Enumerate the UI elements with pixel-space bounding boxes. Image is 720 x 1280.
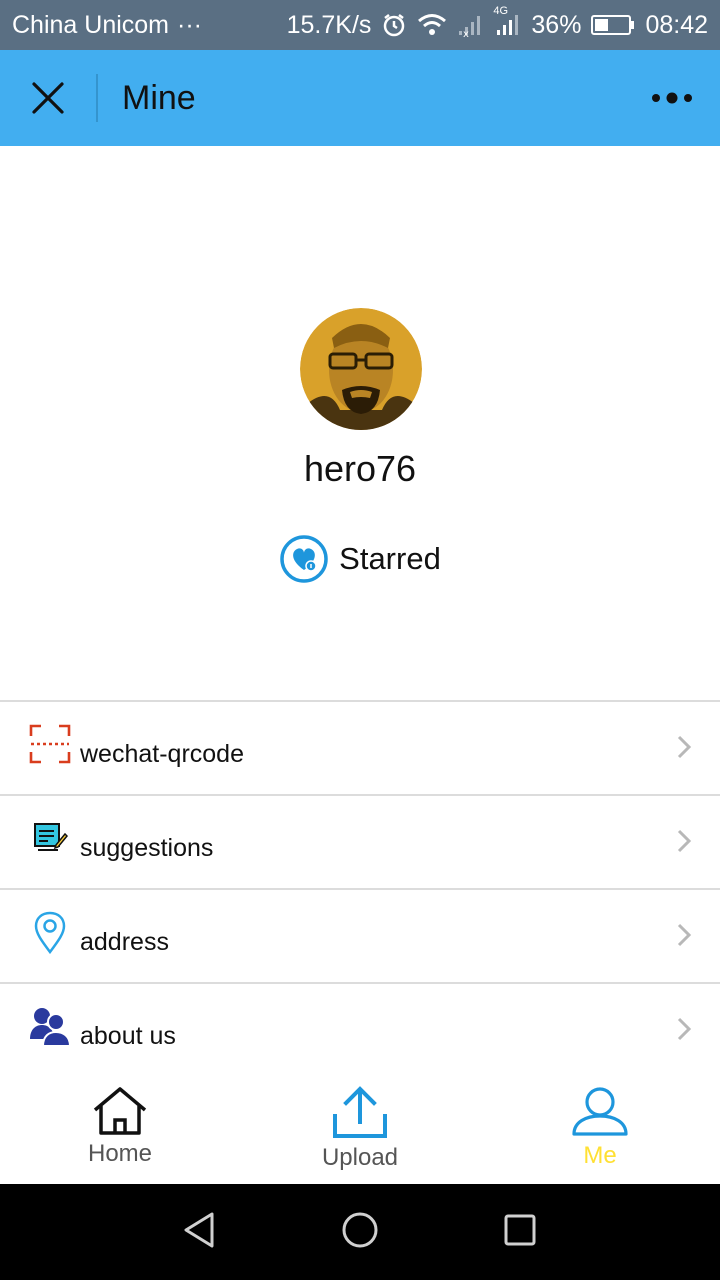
more-button[interactable] — [624, 50, 720, 146]
system-nav-bar — [0, 1184, 720, 1280]
svg-text:x: x — [463, 29, 469, 37]
battery-level: 36% — [531, 10, 582, 39]
chevron-right-icon — [676, 922, 692, 953]
chevron-right-icon — [676, 734, 692, 765]
home-icon — [93, 1087, 147, 1135]
starred-link[interactable]: Starred — [0, 534, 720, 584]
close-icon — [32, 82, 64, 114]
close-button[interactable] — [0, 50, 96, 146]
menu-item-label: suggestions — [80, 834, 214, 862]
tab-label: Home — [87, 1140, 153, 1167]
menu-item-label: wechat-qrcode — [80, 740, 244, 768]
menu-item-label: about us — [80, 1022, 176, 1050]
users-icon — [28, 1004, 72, 1048]
tab-home[interactable]: Home — [0, 1076, 240, 1184]
document-edit-icon — [28, 816, 72, 860]
signal-4g-icon: 4G — [493, 5, 521, 37]
status-bar: China Unicom ··· 15.7K/s x 4G 36% 08:42 — [0, 0, 720, 50]
location-pin-icon — [28, 910, 72, 954]
tab-label: Upload — [321, 1144, 399, 1171]
recents-icon[interactable] — [500, 1210, 540, 1255]
wifi-icon — [417, 13, 447, 37]
title-bar: Mine — [0, 50, 720, 146]
title-divider — [96, 74, 98, 122]
chevron-right-icon — [676, 1016, 692, 1047]
alarm-icon — [381, 12, 407, 38]
menu-item-about-us[interactable]: about us — [0, 984, 720, 1078]
starred-label: Starred — [339, 541, 441, 576]
tab-label: Me — [583, 1142, 617, 1169]
home-circle-icon[interactable] — [340, 1210, 380, 1255]
heart-badge-icon — [280, 535, 328, 583]
qrcode-scan-icon — [28, 722, 72, 766]
chevron-right-icon — [676, 828, 692, 859]
menu-item-address[interactable]: address — [0, 890, 720, 984]
menu-item-wechat-qrcode[interactable]: wechat-qrcode — [0, 702, 720, 796]
carrier-name: China Unicom — [12, 10, 170, 39]
page-title: Mine — [122, 78, 196, 117]
menu-list: wechat-qrcode suggestions address about … — [0, 700, 720, 1078]
back-icon[interactable] — [180, 1210, 220, 1255]
upload-icon — [333, 1086, 387, 1138]
signal-weak-icon: x — [457, 13, 483, 37]
profile-section: hero76 Starred — [0, 146, 720, 701]
status-dots: ··· — [177, 10, 202, 39]
username: hero76 — [303, 448, 417, 489]
more-icon — [652, 92, 692, 104]
menu-item-suggestions[interactable]: suggestions — [0, 796, 720, 890]
battery-icon — [591, 14, 635, 36]
network-type: 4G — [493, 5, 509, 17]
user-icon — [572, 1087, 628, 1136]
bottom-tab-bar: Home Upload Me — [0, 1076, 720, 1184]
tab-upload[interactable]: Upload — [240, 1076, 480, 1184]
menu-item-label: address — [80, 928, 169, 956]
clock: 08:42 — [645, 10, 708, 39]
avatar[interactable] — [300, 308, 422, 430]
network-speed: 15.7K/s — [286, 10, 372, 39]
tab-me[interactable]: Me — [480, 1076, 720, 1184]
